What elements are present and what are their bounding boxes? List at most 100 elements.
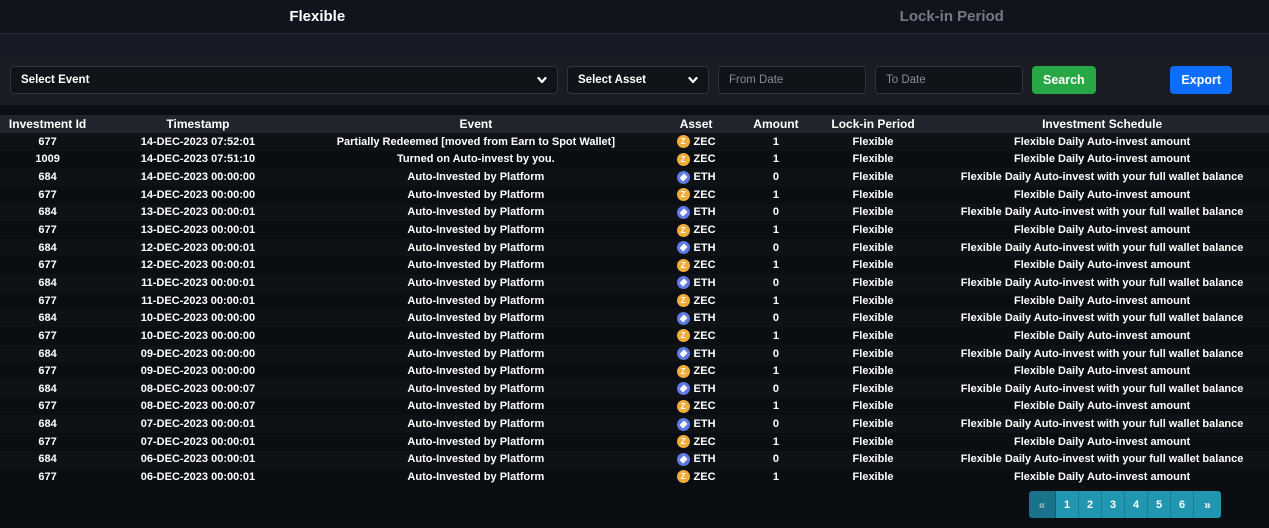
cell-asset: Z ZEC <box>651 151 741 169</box>
asset-symbol: ZEC <box>694 136 716 148</box>
cell-timestamp: 14-DEC-2023 00:00:00 <box>95 186 301 204</box>
col-event: Event <box>301 115 651 133</box>
cell-investment-schedule: Flexible Daily Auto-invest amount <box>935 433 1269 451</box>
pagination-page-6[interactable]: 6 <box>1171 491 1194 518</box>
pagination-page-3[interactable]: 3 <box>1102 491 1125 518</box>
cell-lockin-period: Flexible <box>811 327 935 345</box>
cell-timestamp: 09-DEC-2023 00:00:00 <box>95 345 301 363</box>
search-button[interactable]: Search <box>1032 66 1096 94</box>
cell-lockin-period: Flexible <box>811 309 935 327</box>
col-investment-schedule: Investment Schedule <box>935 115 1269 133</box>
tab-lock-in-period[interactable]: Lock-in Period <box>635 0 1269 33</box>
cell-asset: ETH <box>651 168 741 186</box>
table-row: 677 07-DEC-2023 00:00:01 Auto-Invested b… <box>0 433 1269 451</box>
zec-coin-icon: Z <box>677 224 690 237</box>
cell-asset: Z ZEC <box>651 398 741 416</box>
pagination-page-5[interactable]: 5 <box>1148 491 1171 518</box>
zec-coin-icon: Z <box>677 329 690 342</box>
cell-investment-schedule: Flexible Daily Auto-invest with your ful… <box>935 204 1269 222</box>
cell-investment-schedule: Flexible Daily Auto-invest with your ful… <box>935 168 1269 186</box>
cell-asset: ETH <box>651 204 741 222</box>
chevron-down-icon <box>537 75 547 85</box>
eth-coin-icon <box>677 382 690 395</box>
col-amount: Amount <box>741 115 811 133</box>
pagination-page-4[interactable]: 4 <box>1125 491 1148 518</box>
cell-lockin-period: Flexible <box>811 221 935 239</box>
cell-event: Auto-Invested by Platform <box>301 274 651 292</box>
cell-investment-id: 1009 <box>0 151 95 169</box>
cell-investment-id: 684 <box>0 204 95 222</box>
cell-asset: Z ZEC <box>651 362 741 380</box>
cell-investment-schedule: Flexible Daily Auto-invest with your ful… <box>935 274 1269 292</box>
table-row: 677 11-DEC-2023 00:00:01 Auto-Invested b… <box>0 292 1269 310</box>
cell-investment-schedule: Flexible Daily Auto-invest amount <box>935 398 1269 416</box>
cell-lockin-period: Flexible <box>811 415 935 433</box>
zec-coin-icon: Z <box>677 470 690 483</box>
asset-select-value: Select Asset <box>578 74 646 86</box>
asset-symbol: ETH <box>694 348 716 360</box>
eth-coin-icon <box>677 171 690 184</box>
cell-amount: 0 <box>741 309 811 327</box>
asset-symbol: ETH <box>694 242 716 254</box>
cell-investment-schedule: Flexible Daily Auto-invest amount <box>935 292 1269 310</box>
asset-symbol: ZEC <box>694 436 716 448</box>
cell-investment-id: 684 <box>0 380 95 398</box>
cell-lockin-period: Flexible <box>811 345 935 363</box>
to-date-input[interactable] <box>875 66 1023 94</box>
cell-event: Auto-Invested by Platform <box>301 204 651 222</box>
zec-coin-icon: Z <box>677 153 690 166</box>
cell-asset: Z ZEC <box>651 327 741 345</box>
asset-symbol: ZEC <box>694 295 716 307</box>
cell-amount: 0 <box>741 274 811 292</box>
eth-coin-icon <box>677 312 690 325</box>
from-date-input[interactable] <box>718 66 866 94</box>
cell-investment-id: 677 <box>0 398 95 416</box>
cell-investment-schedule: Flexible Daily Auto-invest amount <box>935 221 1269 239</box>
asset-symbol: ETH <box>694 418 716 430</box>
cell-investment-id: 684 <box>0 274 95 292</box>
chevron-down-icon <box>688 75 698 85</box>
cell-timestamp: 10-DEC-2023 00:00:00 <box>95 309 301 327</box>
pagination-page-1[interactable]: 1 <box>1056 491 1079 518</box>
cell-lockin-period: Flexible <box>811 468 935 486</box>
cell-amount: 1 <box>741 186 811 204</box>
cell-lockin-period: Flexible <box>811 362 935 380</box>
cell-asset: Z ZEC <box>651 256 741 274</box>
cell-lockin-period: Flexible <box>811 168 935 186</box>
cell-amount: 1 <box>741 221 811 239</box>
cell-event: Turned on Auto-invest by you. <box>301 151 651 169</box>
cell-amount: 0 <box>741 380 811 398</box>
cell-asset: ETH <box>651 415 741 433</box>
cell-investment-schedule: Flexible Daily Auto-invest amount <box>935 186 1269 204</box>
asset-select[interactable]: Select Asset <box>567 66 709 94</box>
eth-coin-icon <box>677 453 690 466</box>
cell-asset: Z ZEC <box>651 186 741 204</box>
cell-lockin-period: Flexible <box>811 292 935 310</box>
cell-amount: 1 <box>741 362 811 380</box>
table-row: 684 11-DEC-2023 00:00:01 Auto-Invested b… <box>0 274 1269 292</box>
event-select[interactable]: Select Event <box>10 66 558 94</box>
cell-amount: 0 <box>741 451 811 469</box>
cell-investment-id: 684 <box>0 168 95 186</box>
asset-symbol: ETH <box>694 383 716 395</box>
eth-coin-icon <box>677 276 690 289</box>
zec-coin-icon: Z <box>677 135 690 148</box>
asset-symbol: ZEC <box>694 153 716 165</box>
cell-amount: 0 <box>741 345 811 363</box>
pagination-page-2[interactable]: 2 <box>1079 491 1102 518</box>
cell-lockin-period: Flexible <box>811 433 935 451</box>
cell-asset: ETH <box>651 274 741 292</box>
zec-coin-icon: Z <box>677 294 690 307</box>
zec-coin-icon: Z <box>677 435 690 448</box>
cell-investment-schedule: Flexible Daily Auto-invest with your ful… <box>935 451 1269 469</box>
cell-timestamp: 13-DEC-2023 00:00:01 <box>95 204 301 222</box>
export-button[interactable]: Export <box>1170 66 1232 94</box>
table-row: 684 09-DEC-2023 00:00:00 Auto-Invested b… <box>0 345 1269 363</box>
pagination-next-button[interactable]: » <box>1194 491 1221 518</box>
cell-investment-id: 684 <box>0 451 95 469</box>
pagination-prev-button[interactable]: « <box>1029 491 1056 518</box>
cell-asset: Z ZEC <box>651 221 741 239</box>
tab-flexible[interactable]: Flexible <box>0 0 635 33</box>
cell-event: Auto-Invested by Platform <box>301 168 651 186</box>
eth-coin-icon <box>677 241 690 254</box>
